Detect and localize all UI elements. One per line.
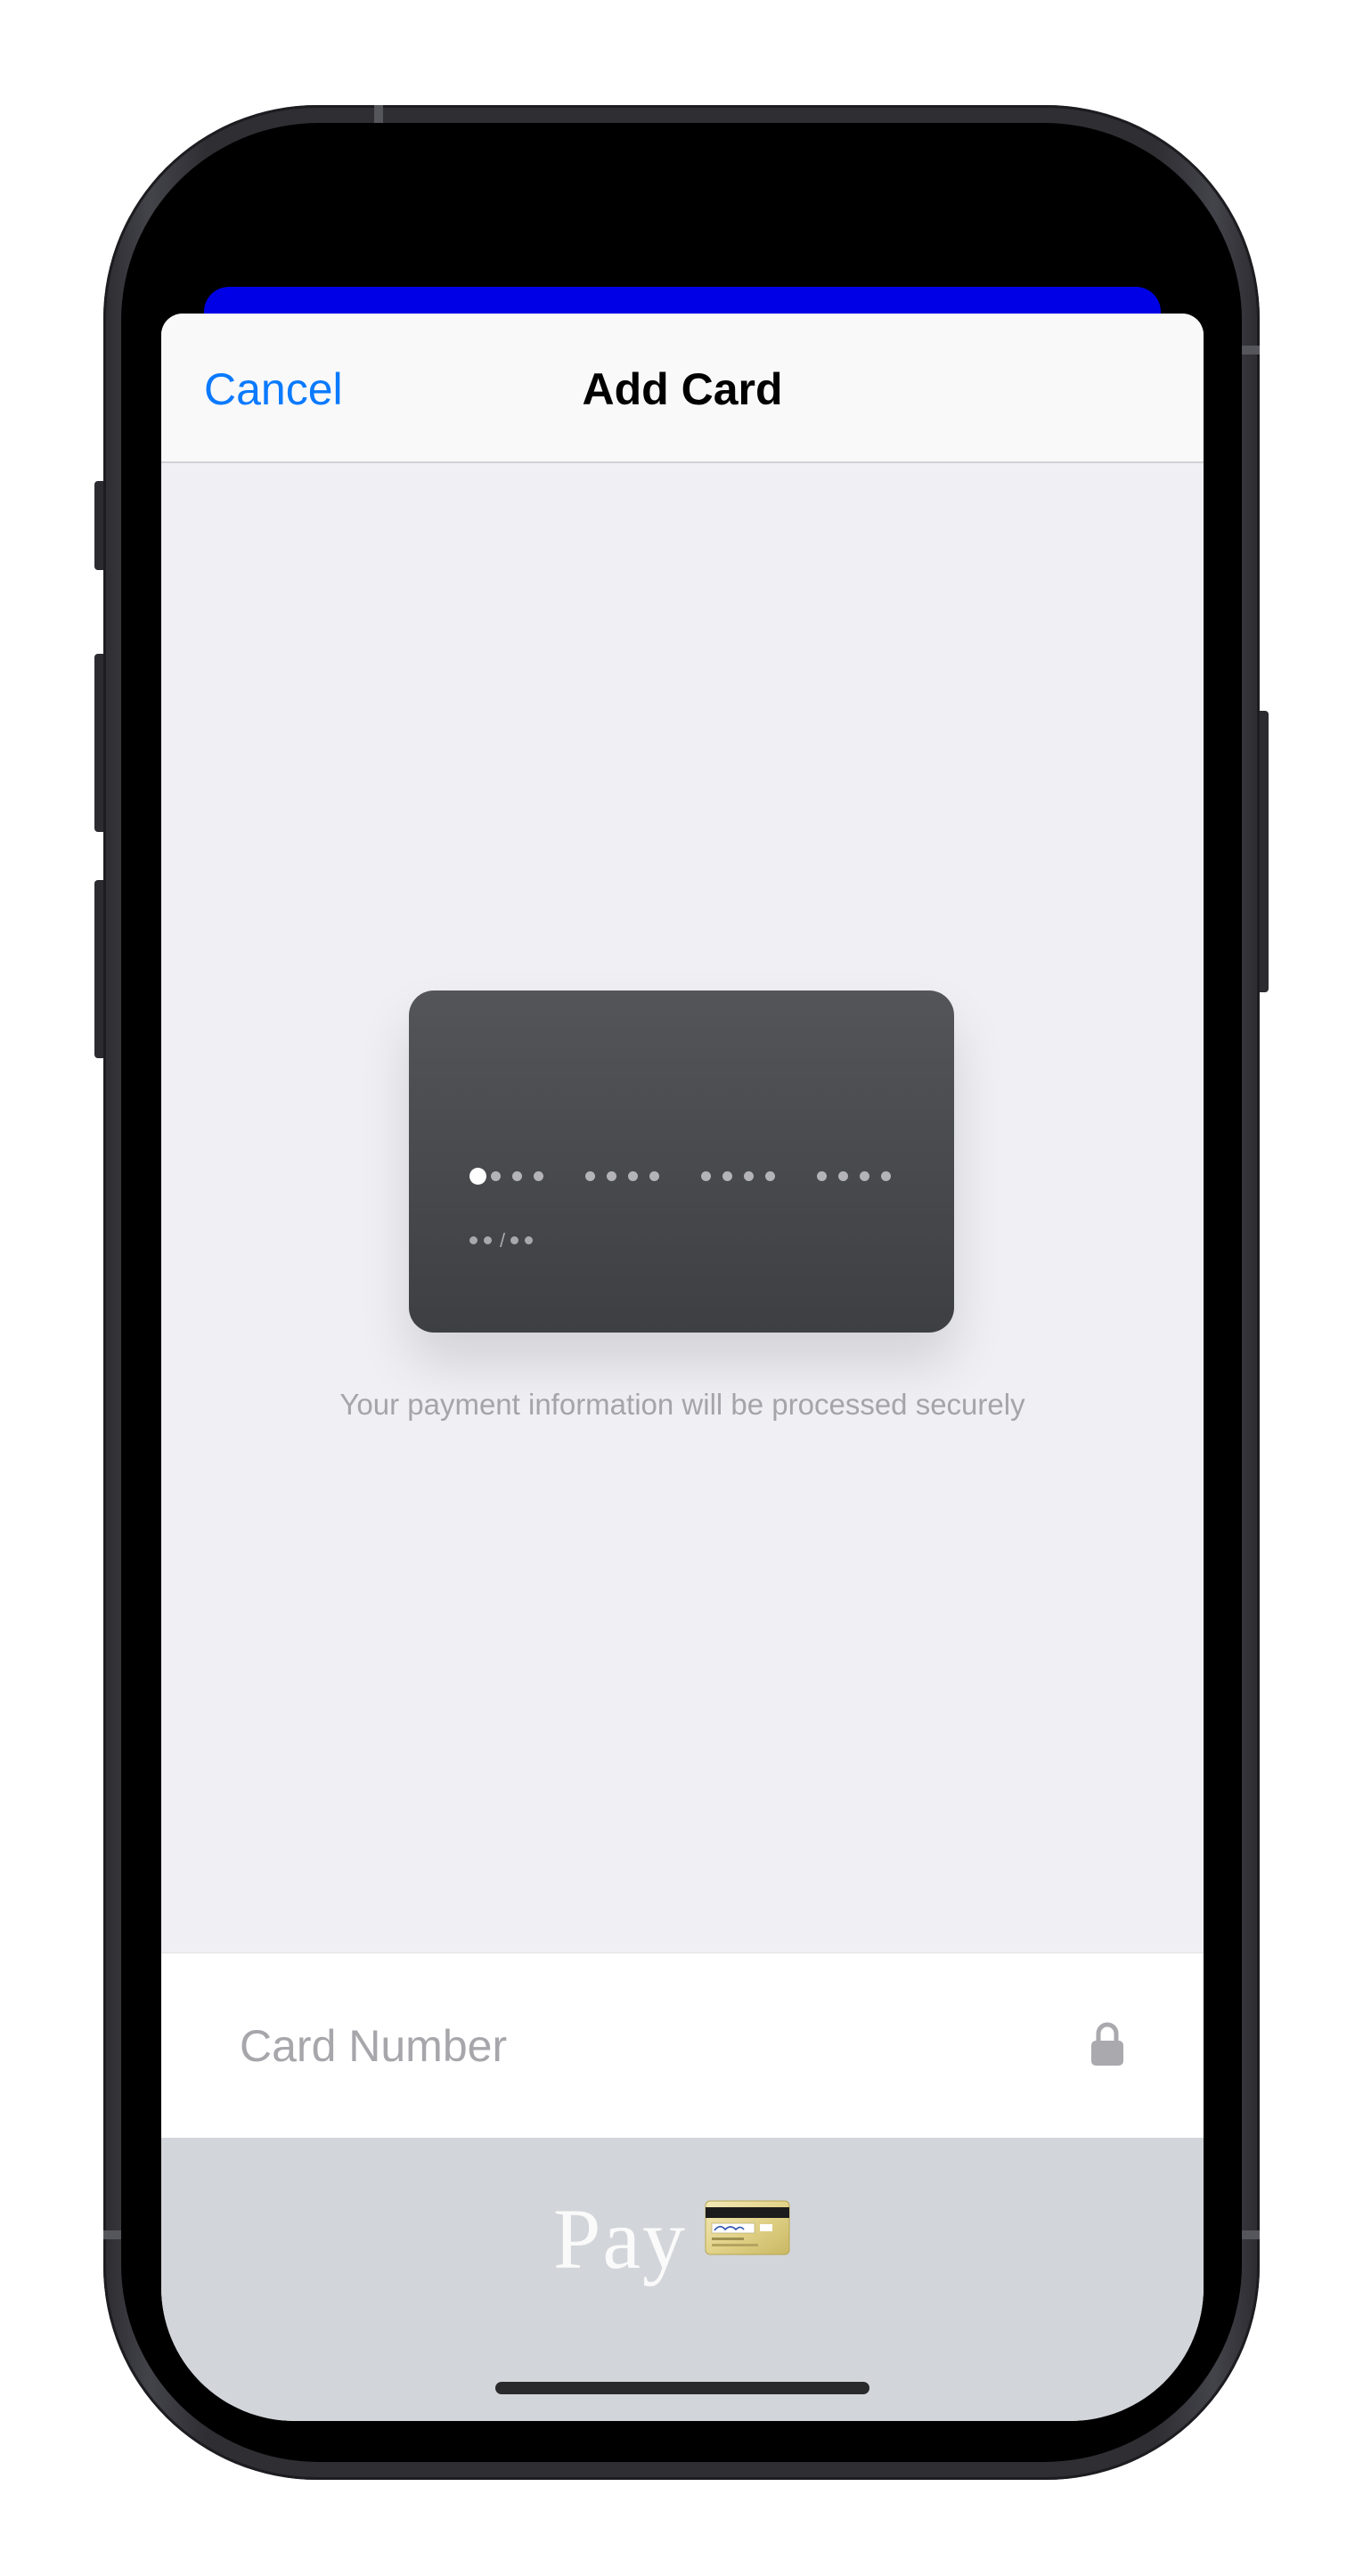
card-expiry-slash: / xyxy=(500,1229,506,1251)
navigation-bar: Cancel Add Card xyxy=(161,314,1204,463)
card-number-dot xyxy=(701,1171,711,1181)
card-number-dot xyxy=(649,1171,659,1181)
antenna-band xyxy=(103,2230,123,2239)
card-number-dot xyxy=(628,1171,638,1181)
card-number-dot xyxy=(585,1171,595,1181)
device-stage: Cancel Add Card / Your payment informati… xyxy=(0,0,1363,2576)
card-number-dot xyxy=(860,1171,869,1181)
antenna-band xyxy=(1240,346,1260,355)
card-number-dot xyxy=(607,1171,616,1181)
card-number-dot xyxy=(512,1171,522,1181)
keyboard-accessory-area: Pay xyxy=(161,2138,1204,2421)
screen: Cancel Add Card / Your payment informati… xyxy=(161,159,1204,2421)
card-number-cursor xyxy=(469,1168,486,1185)
card-number-dot xyxy=(881,1171,891,1181)
card-number-dot xyxy=(765,1171,775,1181)
card-number-dot xyxy=(744,1171,754,1181)
page-title: Add Card xyxy=(582,364,783,414)
secure-payment-message: Your payment information will be process… xyxy=(339,1388,1025,1421)
card-number-dot xyxy=(722,1171,732,1181)
card-expiry-mask: / xyxy=(469,1229,576,1251)
card-expiry-dot xyxy=(469,1236,477,1244)
antenna-band xyxy=(1240,2230,1260,2239)
card-number-input[interactable] xyxy=(240,2009,1041,2083)
antenna-band xyxy=(374,105,383,123)
add-card-sheet: Cancel Add Card / Your payment informati… xyxy=(161,314,1204,2421)
pay-label[interactable]: Pay xyxy=(553,2189,687,2288)
card-number-dot xyxy=(838,1171,848,1181)
home-indicator[interactable] xyxy=(495,2382,869,2394)
card-expiry-dot xyxy=(510,1236,518,1244)
card-expiry-dot xyxy=(484,1236,492,1244)
card-preview: / xyxy=(409,990,954,1333)
card-number-row xyxy=(161,1952,1204,2138)
card-number-dot xyxy=(491,1171,501,1181)
credit-card-icon[interactable] xyxy=(705,2200,790,2255)
card-expiry-dot xyxy=(525,1236,533,1244)
lock-icon xyxy=(1091,2022,1123,2066)
card-number-dot xyxy=(817,1171,827,1181)
card-number-mask xyxy=(469,1165,915,1186)
card-number-dot xyxy=(534,1171,543,1181)
